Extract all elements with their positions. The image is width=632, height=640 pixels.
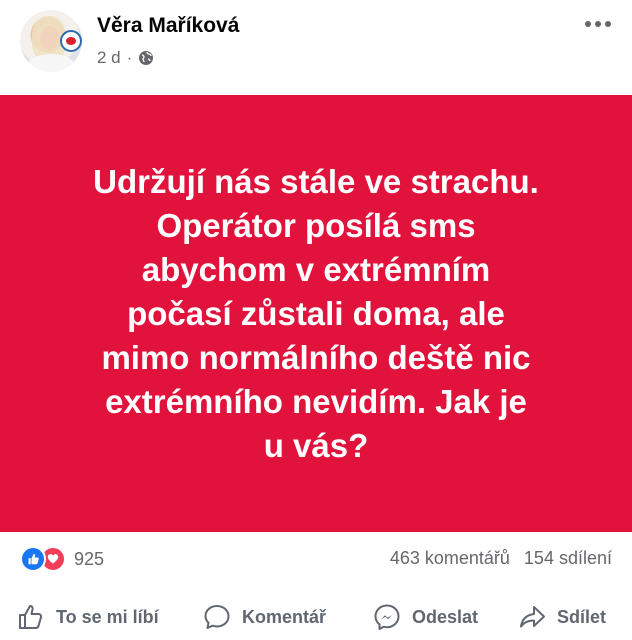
like-label: To se mi líbí bbox=[56, 606, 159, 627]
post-text: Udržují nás stále ve strachu. Operátor p… bbox=[93, 162, 539, 464]
like-reaction-icon bbox=[20, 546, 46, 572]
thumbs-up-icon bbox=[19, 605, 43, 629]
avatar[interactable] bbox=[20, 10, 82, 72]
more-options-button[interactable] bbox=[580, 12, 616, 36]
author-name[interactable]: Věra Maříková bbox=[97, 14, 239, 38]
post-header: Věra Maříková 2 d · bbox=[0, 0, 632, 92]
comment-button[interactable]: Komentář bbox=[202, 602, 326, 632]
dot-icon bbox=[605, 21, 611, 27]
send-label: Odeslat bbox=[412, 606, 479, 627]
reactions-summary[interactable]: 925 bbox=[20, 546, 104, 572]
share-arrow-icon bbox=[520, 606, 545, 628]
reaction-count: 925 bbox=[74, 548, 105, 569]
like-button[interactable]: To se mi líbí bbox=[16, 602, 159, 632]
dot-icon bbox=[585, 21, 591, 27]
post-background[interactable]: Udržují nás stále ve strachu. Operátor p… bbox=[0, 95, 632, 532]
post-stats: 925 463 komentářů 154 sdílení bbox=[0, 538, 632, 578]
post-age[interactable]: 2 d bbox=[97, 48, 121, 68]
send-button[interactable]: Odeslat bbox=[372, 602, 478, 632]
action-bar: To se mi líbí Komentář Odeslat Sdílet bbox=[0, 596, 632, 640]
meta-separator: · bbox=[126, 48, 133, 67]
profile-frame-logo-icon bbox=[60, 30, 82, 52]
globe-icon bbox=[139, 51, 154, 65]
share-button[interactable]: Sdílet bbox=[517, 602, 606, 632]
engagement-counts: 463 komentářů 154 sdílení bbox=[390, 548, 612, 569]
dot-icon bbox=[595, 21, 601, 27]
comment-count[interactable]: 463 komentářů bbox=[390, 548, 510, 569]
messenger-icon bbox=[374, 604, 400, 630]
share-count[interactable]: 154 sdílení bbox=[524, 548, 612, 569]
share-label: Sdílet bbox=[557, 606, 607, 627]
comment-label: Komentář bbox=[242, 606, 327, 627]
comment-bubble-icon bbox=[204, 605, 230, 629]
post-meta: 2 d · bbox=[97, 48, 154, 68]
